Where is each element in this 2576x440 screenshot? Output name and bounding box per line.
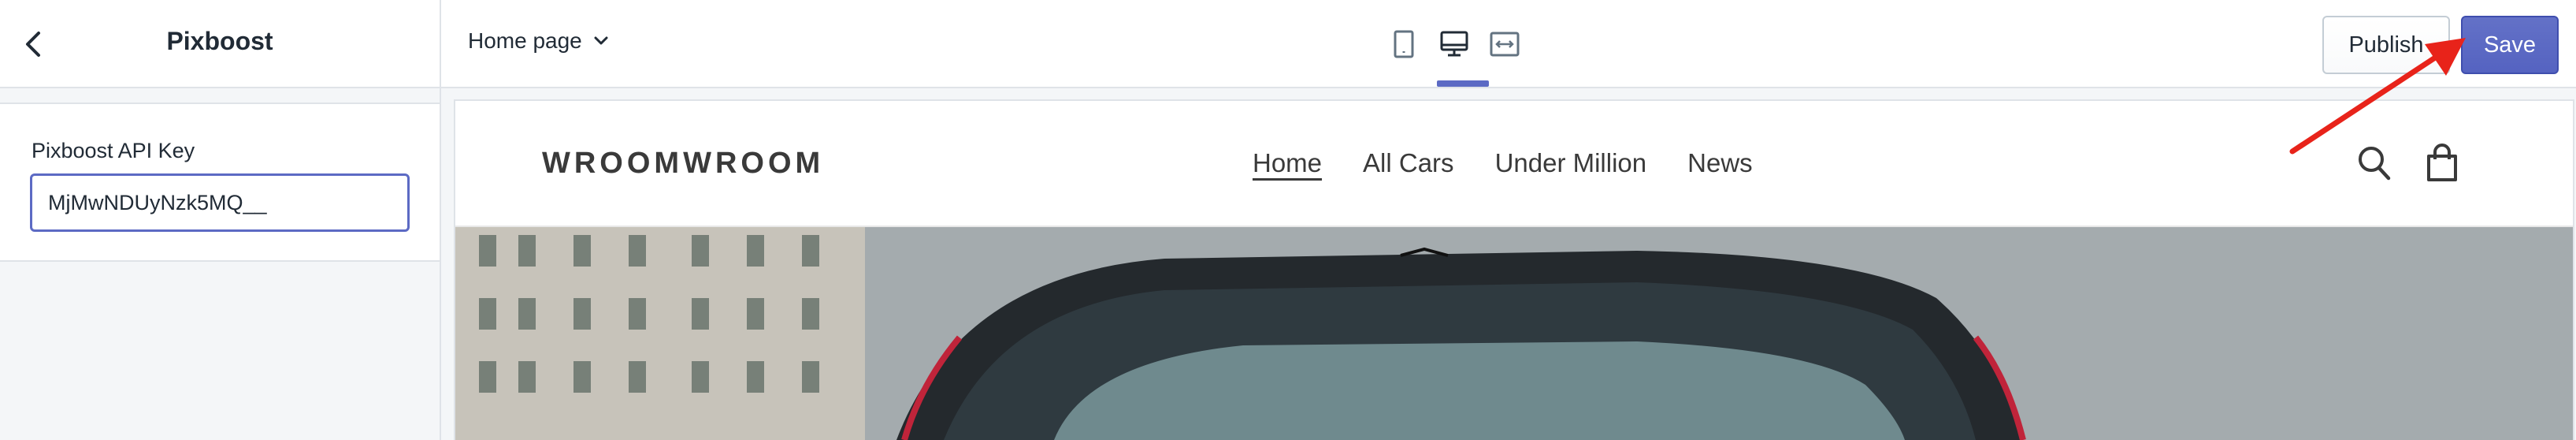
active-device-indicator xyxy=(1437,80,1489,87)
nav-item-home[interactable]: Home xyxy=(1253,148,1322,178)
fullscreen-view-button[interactable] xyxy=(1487,24,1522,65)
annotation-arrow-icon xyxy=(2289,38,2466,155)
sidebar-header: Pixboost xyxy=(0,0,440,88)
page-selector-label: Home page xyxy=(468,28,582,53)
sidebar: Pixboost Pixboost API Key xyxy=(0,0,441,440)
api-key-label: Pixboost API Key xyxy=(32,139,195,162)
expand-horizontal-icon xyxy=(1490,32,1520,57)
storefront-preview: WROOMWROOM Home All Cars Under Million N… xyxy=(455,101,2573,440)
page-selector[interactable]: Home page xyxy=(468,28,609,54)
store-logo[interactable]: WROOMWROOM xyxy=(542,147,824,181)
sidebar-title: Pixboost xyxy=(166,27,273,55)
editor-topbar: Home page Publish Save xyxy=(441,0,2576,88)
nav-item-under-million[interactable]: Under Million xyxy=(1495,148,1647,178)
desktop-icon xyxy=(1440,31,1468,57)
nav-item-news[interactable]: News xyxy=(1687,148,1753,178)
mobile-icon xyxy=(1394,30,1414,58)
hero-image xyxy=(455,227,2573,440)
device-switcher xyxy=(1386,24,1522,65)
store-nav: Home All Cars Under Million News xyxy=(1253,148,1753,178)
car-hero-illustration xyxy=(455,227,2573,440)
desktop-view-button[interactable] xyxy=(1437,24,1472,65)
mobile-view-button[interactable] xyxy=(1386,24,1421,65)
chevron-down-icon xyxy=(594,36,608,45)
store-header: WROOMWROOM Home All Cars Under Million N… xyxy=(455,101,2573,227)
save-button[interactable]: Save xyxy=(2461,16,2559,74)
settings-section: Pixboost API Key xyxy=(0,103,440,262)
api-key-input[interactable] xyxy=(30,173,410,232)
nav-item-all-cars[interactable]: All Cars xyxy=(1363,148,1454,178)
